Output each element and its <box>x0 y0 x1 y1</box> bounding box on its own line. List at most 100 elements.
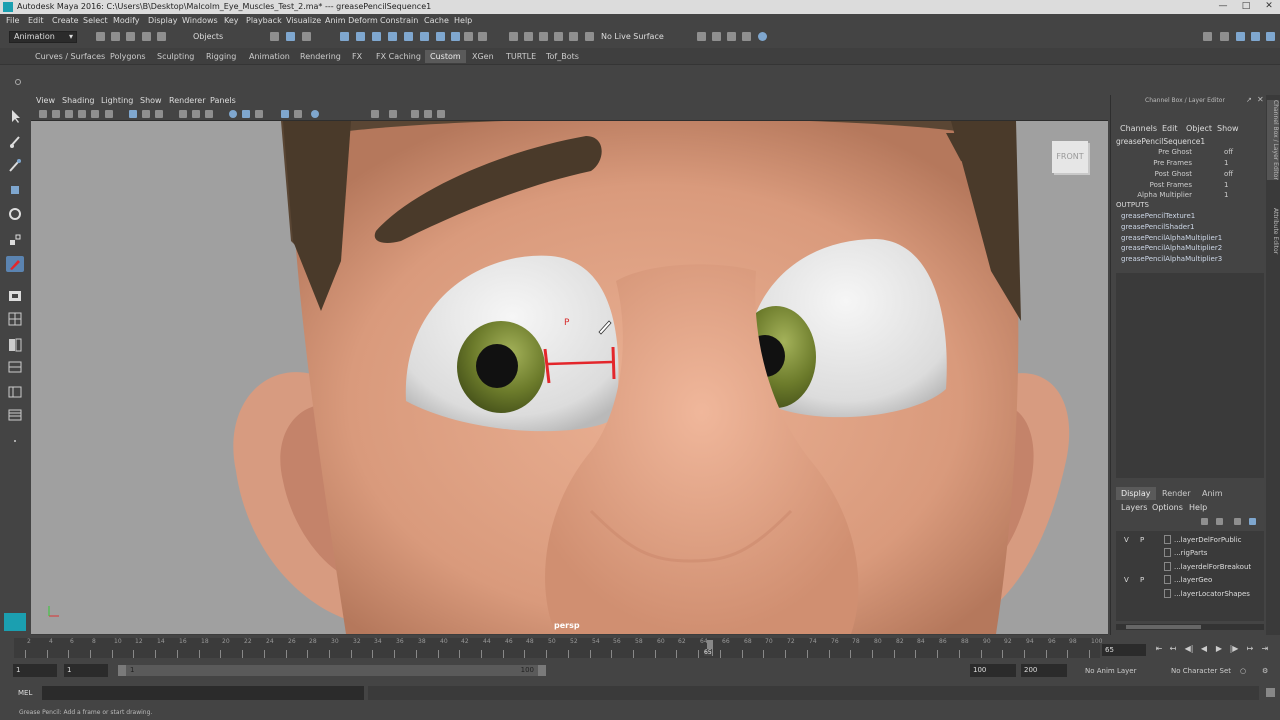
close-button[interactable]: ✕ <box>1260 1 1278 12</box>
bookmark-icon[interactable] <box>65 110 73 118</box>
layer-color-swatch[interactable] <box>1164 589 1171 598</box>
snap-point-icon[interactable] <box>372 32 381 41</box>
ipr-render-icon[interactable] <box>727 32 736 41</box>
film-gate-icon[interactable] <box>142 110 150 118</box>
layer-color-swatch[interactable] <box>1164 535 1171 544</box>
shelf-tab-fx-caching[interactable]: FX Caching <box>376 50 421 63</box>
3d-viewport[interactable]: P <box>31 121 1108 634</box>
shelf-tab-polygons[interactable]: Polygons <box>110 50 146 63</box>
layout-persp-outliner-icon[interactable] <box>6 359 24 375</box>
rotate-tool-icon[interactable] <box>6 206 24 222</box>
input-ops-icon[interactable] <box>524 32 533 41</box>
new-empty-layer-icon[interactable] <box>1234 518 1241 525</box>
menu-create[interactable]: Create <box>52 14 79 28</box>
output-node-item[interactable]: greasePencilAlphaMultiplier2 <box>1121 244 1222 252</box>
selected-node-name[interactable]: greasePencilSequence1 <box>1116 137 1205 146</box>
layer-menu-options[interactable]: Options <box>1152 503 1183 512</box>
output-node-item[interactable]: greasePencilAlphaMultiplier3 <box>1121 255 1222 263</box>
modeling-toolkit-icon[interactable] <box>1220 32 1229 41</box>
range-start-handle[interactable] <box>118 665 126 676</box>
construction-icon[interactable] <box>554 32 563 41</box>
exposure-icon[interactable] <box>411 110 419 118</box>
history-icon[interactable] <box>509 32 518 41</box>
menu-display[interactable]: Display <box>148 14 178 28</box>
menu-visualize[interactable]: Visualize <box>286 14 321 28</box>
output-node-item[interactable]: greasePencilTexture1 <box>1121 212 1195 220</box>
snap-face-icon[interactable] <box>451 32 460 41</box>
render-view-icon[interactable] <box>697 32 706 41</box>
snap-live-icon[interactable] <box>404 32 413 41</box>
go-to-start-icon[interactable]: ⇤ <box>1154 644 1164 654</box>
range-end-handle[interactable] <box>538 665 546 676</box>
output-ops-icon[interactable] <box>539 32 548 41</box>
open-scene-icon[interactable] <box>111 32 120 41</box>
color-management-icon[interactable] <box>437 110 445 118</box>
shelf-tab-rigging[interactable]: Rigging <box>206 50 236 63</box>
layout-single-icon[interactable] <box>6 311 24 327</box>
layer-row[interactable]: ...layerLocatorShapes <box>1116 587 1264 600</box>
grid-icon[interactable] <box>129 110 137 118</box>
go-to-end-icon[interactable]: ⇥ <box>1260 644 1270 654</box>
undo-icon[interactable] <box>142 32 151 41</box>
select-object-icon[interactable] <box>286 32 295 41</box>
smooth-shade-icon[interactable] <box>242 110 250 118</box>
redo-icon[interactable] <box>157 32 166 41</box>
last-tool-icon[interactable] <box>6 288 24 304</box>
menu-edit[interactable]: Edit <box>28 14 44 28</box>
playback-end-field[interactable]: 100 <box>970 664 1016 677</box>
range-slider[interactable]: 1 100 <box>118 665 546 676</box>
lasso-tool-icon[interactable] <box>6 134 24 150</box>
layer-tab-render[interactable]: Render <box>1157 487 1195 500</box>
cb-menu-edit[interactable]: Edit <box>1162 124 1178 133</box>
menu-windows[interactable]: Windows <box>182 14 218 28</box>
xray-icon[interactable] <box>371 110 379 118</box>
shelf-tab-tof-bots[interactable]: Tof_Bots <box>546 50 579 63</box>
shelf-tab-xgen[interactable]: XGen <box>472 50 494 63</box>
snap-together-icon[interactable] <box>478 32 487 41</box>
menu-set-dropdown[interactable]: Animation ▾ <box>9 31 77 43</box>
layer-tab-display[interactable]: Display <box>1116 487 1156 500</box>
end-time-field[interactable]: 200 <box>1021 664 1067 677</box>
camera-select-icon[interactable] <box>39 110 47 118</box>
textured-icon[interactable] <box>281 110 289 118</box>
menu-modify[interactable]: Modify <box>113 14 140 28</box>
layout-graph-icon[interactable] <box>6 384 24 400</box>
current-frame-field[interactable]: 65 <box>1102 644 1146 656</box>
cb-menu-channels[interactable]: Channels <box>1120 124 1157 133</box>
play-forward-icon[interactable]: ▶ <box>1214 644 1224 654</box>
gate-mask-icon[interactable] <box>179 110 187 118</box>
step-back-key-icon[interactable]: ↤ <box>1168 644 1178 654</box>
layer-row[interactable]: ...layerdelForBreakout <box>1116 560 1264 573</box>
select-hierarchy-icon[interactable] <box>270 32 279 41</box>
float-panel-icon[interactable]: ↗ <box>1246 96 1252 104</box>
start-time-field[interactable]: 1 <box>13 664 57 677</box>
hypershade-icon[interactable] <box>758 32 767 41</box>
playback-start-field[interactable]: 1 <box>64 664 108 677</box>
channel-box-toggle-icon[interactable] <box>1266 32 1275 41</box>
viewport-menu-panels[interactable]: Panels <box>210 95 236 107</box>
viewport-menu-shading[interactable]: Shading <box>62 95 95 107</box>
auto-key-icon[interactable]: ○ <box>1240 667 1246 675</box>
layer-row[interactable]: V P ...layerGeo <box>1116 573 1264 586</box>
layer-row[interactable]: ...rigParts <box>1116 546 1264 559</box>
layout-two-pane-icon[interactable] <box>6 337 24 353</box>
paint-select-tool-icon[interactable] <box>6 158 24 174</box>
camera-attributes-icon[interactable] <box>52 110 60 118</box>
step-forward-key-icon[interactable]: ↦ <box>1245 644 1255 654</box>
gamma-icon[interactable] <box>424 110 432 118</box>
tool-settings-toggle-icon[interactable] <box>1251 32 1260 41</box>
grease-pencil-tool-icon[interactable] <box>6 256 24 272</box>
safe-action-icon[interactable] <box>205 110 213 118</box>
lock-icon[interactable] <box>464 32 473 41</box>
viewport-menu-renderer[interactable]: Renderer <box>169 95 206 107</box>
shelf-tab-animation[interactable]: Animation <box>249 50 290 63</box>
attribute-editor-toggle-icon[interactable] <box>1236 32 1245 41</box>
shelf-tab-custom[interactable]: Custom <box>425 50 466 63</box>
shelf-tab-sculpting[interactable]: Sculpting <box>157 50 194 63</box>
step-back-frame-icon[interactable]: ◀| <box>1184 644 1194 654</box>
snap-view-plane-icon[interactable] <box>388 32 397 41</box>
cb-menu-show[interactable]: Show <box>1217 124 1239 133</box>
wireframe-icon[interactable] <box>229 110 237 118</box>
close-panel-icon[interactable]: ✕ <box>1257 95 1264 104</box>
play-backward-icon[interactable]: ◀ <box>1199 644 1209 654</box>
